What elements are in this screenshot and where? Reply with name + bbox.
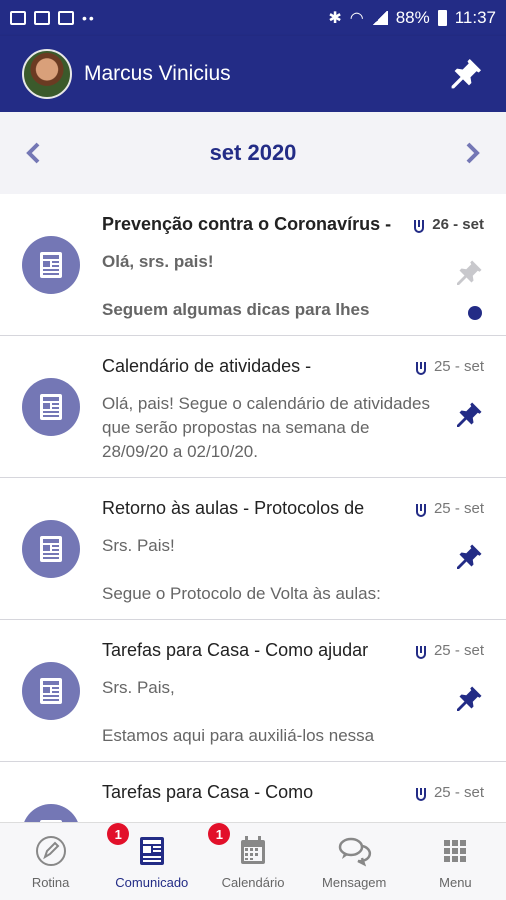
nav-label: Comunicado (115, 875, 189, 890)
message-avatar (22, 662, 80, 720)
message-date: 25 - set (414, 500, 484, 517)
user-name: Marcus Vinicius (84, 62, 231, 85)
message-avatar (22, 520, 80, 578)
message-preview: Srs. Pais! Segue o Protocolo de Volta às… (102, 534, 432, 606)
wifi-icon: ◠ (349, 10, 364, 27)
attachment-icon (415, 361, 426, 375)
pin-icon[interactable] (454, 400, 484, 430)
message-list: Prevenção contra o Coronavírus - 26 - set… (0, 194, 506, 822)
message-date-text: 25 - set (433, 358, 484, 375)
status-bar: •• ✱ ◠ 88% 11:37 (0, 0, 506, 36)
message-date: 26 - set (412, 216, 484, 233)
message-preview-line: Olá, pais! Segue o calendário de ativida… (102, 394, 430, 461)
bluetooth-icon: ✱ (328, 10, 342, 27)
message-preview-line (102, 274, 432, 298)
calendar-icon (241, 836, 265, 864)
list-item[interactable]: Prevenção contra o Coronavírus - 26 - set… (0, 194, 506, 336)
attachment-icon (415, 787, 426, 801)
pencil-circle-icon (35, 836, 66, 866)
chat-bubbles-icon (338, 837, 372, 867)
message-date-text: 25 - set (433, 500, 484, 517)
message-title: Retorno às aulas - Protocolos de (102, 498, 365, 518)
nav-item-rotina[interactable]: Rotina (0, 823, 101, 900)
nav-label: Mensagem (322, 875, 387, 890)
pin-icon[interactable] (454, 684, 484, 714)
message-preview: Srs. Pais, Estamos aqui para auxiliá-los… (102, 676, 432, 748)
document-icon (40, 678, 62, 704)
message-preview-line: Olá, srs. pais! (102, 252, 214, 271)
unread-indicator (468, 306, 482, 320)
nav-item-comunicado[interactable]: Comunicado 1 (101, 823, 202, 900)
notification-badge: 1 (107, 823, 130, 845)
clock: 11:37 (454, 8, 496, 27)
chevron-left-icon[interactable] (22, 141, 46, 165)
message-preview-line (102, 558, 432, 582)
image-notification-icon (10, 11, 26, 25)
message-avatar (22, 236, 80, 294)
message-preview-line: Segue o Protocolo de Volta às aulas: (102, 584, 381, 603)
message-preview-line (102, 700, 432, 724)
message-title: Prevenção contra o Coronavírus - (102, 214, 392, 234)
message-date-text: 25 - set (433, 784, 484, 801)
message-preview: Olá, pais! Segue o calendário de ativida… (102, 392, 432, 464)
message-preview-line: Srs. Pais, (102, 678, 175, 697)
month-selector: set 2020 (0, 112, 506, 194)
nav-label: Menu (439, 875, 472, 890)
battery-percent: 88% (395, 8, 430, 27)
avatar[interactable] (22, 49, 72, 99)
list-item[interactable]: Tarefas para Casa - Como 25 - set (0, 762, 506, 822)
list-item[interactable]: Calendário de atividades - 25 - set Olá, p… (0, 336, 506, 478)
attachment-icon (415, 503, 426, 517)
document-icon (40, 394, 62, 420)
message-avatar (22, 804, 80, 822)
message-preview: Olá, srs. pais! Seguem algumas dicas par… (102, 250, 432, 322)
newspaper-icon (139, 837, 164, 865)
signal-icon (371, 11, 388, 25)
message-title: Calendário de atividades - (102, 356, 312, 376)
pin-icon[interactable] (454, 542, 484, 572)
message-date-text: 25 - set (433, 642, 484, 659)
app-bar: Marcus Vinicius (0, 36, 506, 112)
nav-label: Calendário (221, 875, 285, 890)
list-item[interactable]: Retorno às aulas - Protocolos de 25 - set… (0, 478, 506, 620)
pin-icon[interactable] (454, 258, 484, 288)
nav-item-menu[interactable]: Menu (405, 823, 506, 900)
message-date: 25 - set (414, 784, 484, 801)
message-date: 25 - set (414, 358, 484, 375)
message-date-text: 26 - set (432, 216, 484, 233)
media-notification-icon (58, 11, 74, 25)
month-title: set 2020 (209, 140, 297, 165)
list-item[interactable]: Tarefas para Casa - Como ajudar 25 - set S… (0, 620, 506, 762)
message-title: Tarefas para Casa - Como (102, 782, 314, 802)
attachment-icon (415, 645, 426, 659)
more-notifications-icon: •• (82, 10, 96, 26)
attachment-icon (414, 219, 425, 233)
document-icon (40, 252, 62, 278)
document-icon (40, 536, 62, 562)
gallery-notification-icon (34, 11, 50, 25)
bottom-navigation: Rotina Comunicado 1 Calendário 1 Mensagem Menu (0, 822, 506, 900)
message-title: Tarefas para Casa - Como ajudar (102, 640, 369, 660)
grid-icon (444, 840, 467, 862)
nav-item-calendrio[interactable]: Calendário 1 (202, 823, 303, 900)
nav-label: Rotina (31, 875, 70, 890)
battery-icon (437, 10, 447, 26)
pin-icon[interactable] (448, 56, 484, 92)
message-preview-line: Estamos aqui para auxiliá-los nessa (102, 726, 375, 745)
chevron-right-icon[interactable] (460, 141, 484, 165)
notification-badge: 1 (208, 823, 231, 845)
message-preview-line: Seguem algumas dicas para lhes (102, 300, 370, 319)
message-date: 25 - set (414, 642, 484, 659)
nav-item-mensagem[interactable]: Mensagem (304, 823, 405, 900)
message-preview-line: Srs. Pais! (102, 536, 175, 555)
message-avatar (22, 378, 80, 436)
